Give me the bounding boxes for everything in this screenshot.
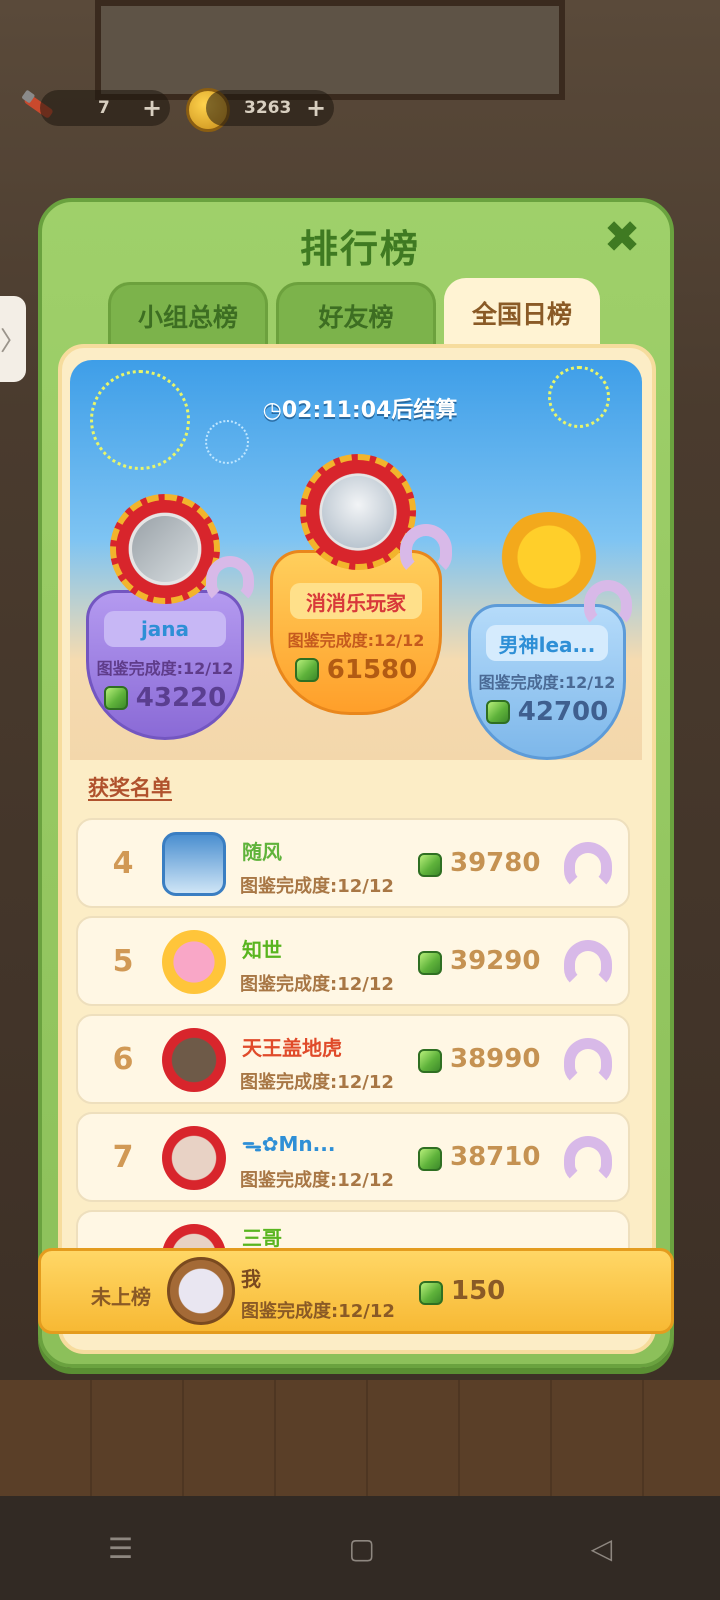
coin-count: 3263 [244, 98, 292, 118]
avatar [162, 832, 226, 896]
table-row[interactable]: 5 知世 图鉴完成度:12/12 39290 [76, 916, 630, 1006]
gem-icon [418, 1147, 442, 1171]
horseshoe-icon [564, 940, 612, 988]
tab-group-total[interactable]: 小组总榜 [108, 282, 268, 346]
horseshoe-icon [206, 556, 254, 604]
system-nav-bar: ☰ ▢ ◁ [0, 1496, 720, 1600]
podium-second-name: jana [104, 611, 226, 647]
row-name: 知世 [242, 938, 282, 962]
podium-first-score: 61580 [326, 655, 418, 685]
gem-icon [103, 686, 128, 710]
background-window [95, 0, 565, 100]
back-icon[interactable]: ◁ [591, 1532, 613, 1565]
podium-second-score: 43220 [135, 683, 227, 713]
my-name: 我 [241, 1267, 261, 1291]
clock-icon: ◷ [262, 398, 282, 423]
podium-second-progress: 图鉴完成度:12/12 [96, 659, 234, 678]
podium-third-score: 42700 [517, 697, 609, 727]
row-score: 38710 [450, 1142, 541, 1172]
my-score: 150 [451, 1276, 506, 1306]
my-rank-tag: 未上榜 [91, 1285, 151, 1309]
table-row[interactable]: 6 天王盖地虎 图鉴完成度:12/12 38990 [76, 1014, 630, 1104]
table-row[interactable]: 4 随风 图鉴完成度:12/12 39780 [76, 818, 630, 908]
tab-friends[interactable]: 好友榜 [276, 282, 436, 346]
menu-icon[interactable]: ☰ [108, 1532, 133, 1565]
my-progress: 图鉴完成度:12/12 [241, 1301, 395, 1322]
row-score: 38990 [450, 1044, 541, 1074]
side-drawer-handle[interactable]: 〉 [0, 296, 26, 382]
horseshoe-icon [400, 524, 452, 576]
avatar [132, 516, 198, 582]
podium-first-progress: 图鉴完成度:12/12 [287, 631, 425, 650]
my-rank-bar[interactable]: 未上榜 我 图鉴完成度:12/12 150 [38, 1248, 674, 1334]
table-row[interactable]: 7 ᯓ✿Mn... 图鉴完成度:12/12 38710 [76, 1112, 630, 1202]
row-rank: 5 [112, 944, 134, 979]
row-name: 随风 [242, 840, 282, 864]
row-progress: 图鉴完成度:12/12 [240, 876, 394, 897]
row-progress: 图鉴完成度:12/12 [240, 1072, 394, 1093]
avatar [162, 930, 226, 994]
my-avatar [167, 1257, 235, 1325]
avatar [322, 476, 394, 548]
countdown-timer: ◷02:11:04后结算 [0, 392, 720, 424]
add-coin-button[interactable]: + [302, 94, 330, 122]
tab-national-daily[interactable]: 全国日榜 [444, 278, 600, 348]
row-name: 天王盖地虎 [242, 1036, 342, 1060]
avatar [162, 1126, 226, 1190]
countdown-text: 02:11:04后结算 [281, 398, 458, 423]
horseshoe-icon [564, 1136, 612, 1184]
podium-third-score-wrap: 42700 [485, 697, 609, 727]
horseshoe-icon [564, 842, 612, 890]
podium-first-score-wrap: 61580 [294, 655, 418, 685]
row-rank: 4 [112, 846, 134, 881]
horseshoe-icon [564, 1038, 612, 1086]
avatar [162, 1028, 226, 1092]
podium-second-score-wrap: 43220 [103, 683, 227, 713]
row-progress: 图鉴完成度:12/12 [240, 1170, 394, 1191]
podium-second-avatar[interactable] [110, 494, 220, 604]
gem-icon [485, 700, 510, 724]
gem-icon [294, 658, 319, 682]
horseshoe-icon [584, 580, 632, 628]
close-button[interactable]: ✖ [600, 216, 644, 260]
avatar [162, 1224, 226, 1250]
add-pencil-button[interactable]: + [138, 94, 166, 122]
pencil-count: 7 [98, 98, 110, 118]
podium-third-name: 男神lea... [486, 625, 608, 661]
row-name: 三哥 [242, 1226, 282, 1250]
home-icon[interactable]: ▢ [349, 1532, 375, 1565]
gem-icon [419, 1281, 443, 1305]
podium-first-name: 消消乐玩家 [289, 583, 423, 619]
gem-icon [418, 853, 442, 877]
award-list-title: 获奖名单 [88, 776, 172, 800]
table-row[interactable]: 三哥 [76, 1210, 630, 1250]
row-name: ᯓ✿Mn... [242, 1132, 336, 1156]
row-score: 39290 [450, 946, 541, 976]
firework-decoration [205, 420, 249, 464]
pencil-counter: 7 + [40, 90, 170, 126]
coin-counter: 3263 + [206, 90, 334, 126]
gem-icon [418, 1049, 442, 1073]
gem-icon [418, 951, 442, 975]
row-score: 39780 [450, 848, 541, 878]
podium-first-avatar[interactable] [300, 454, 416, 570]
row-rank: 6 [112, 1042, 134, 1077]
row-rank: 7 [112, 1140, 134, 1175]
podium-third-progress: 图鉴完成度:12/12 [478, 673, 616, 692]
row-progress: 图鉴完成度:12/12 [240, 974, 394, 995]
